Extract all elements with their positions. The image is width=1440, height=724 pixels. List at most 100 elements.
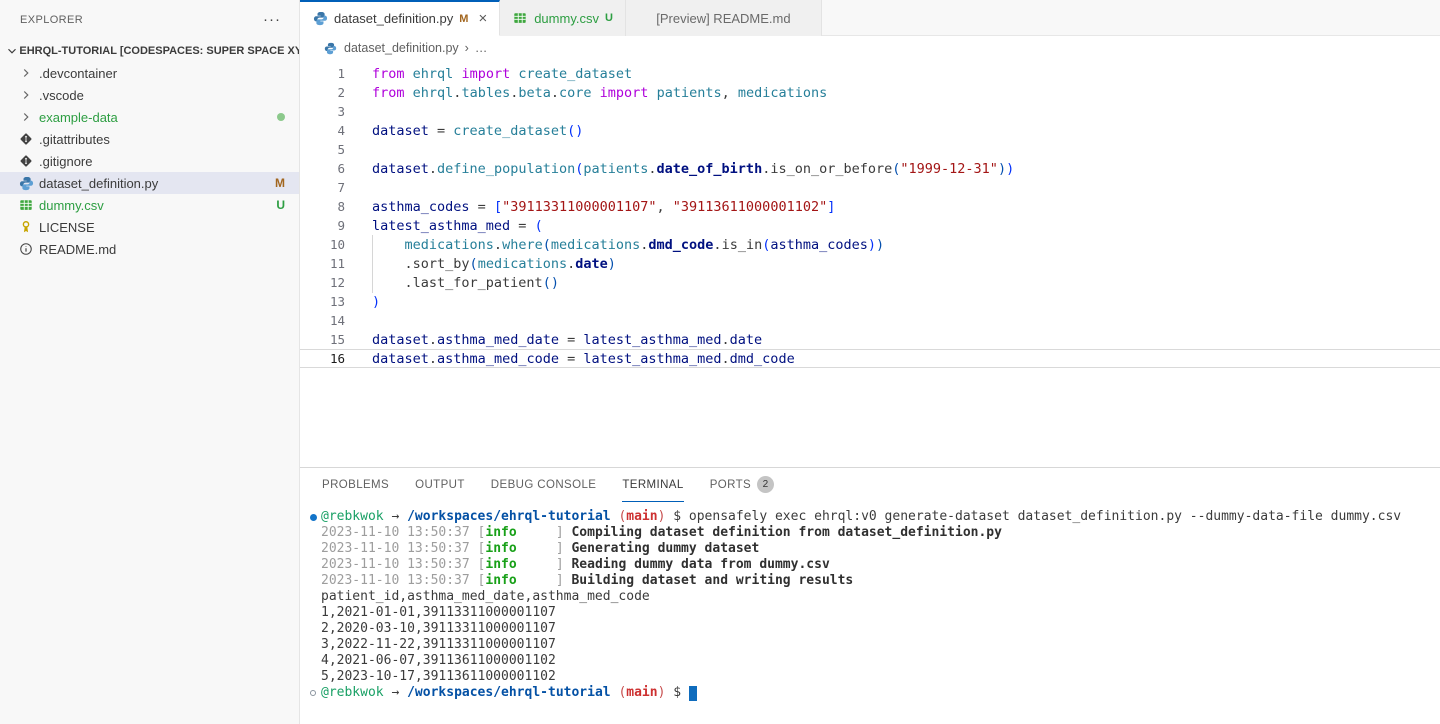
sidebar-item-devcontainer[interactable]: .devcontainer <box>0 62 299 84</box>
terminal-line: 2023-11-10 13:50:37 [info ] Building dat… <box>310 573 1440 589</box>
explorer-header: EXPLORER ··· <box>0 0 299 40</box>
folder-icon <box>18 87 34 103</box>
panel-tab-problems[interactable]: PROBLEMS <box>322 468 389 502</box>
git-status-badge <box>277 113 285 121</box>
git-icon <box>18 153 34 169</box>
bottom-panel: PROBLEMS OUTPUT DEBUG CONSOLE TERMINAL PORTS… <box>300 467 1440 724</box>
tab-label: dummy.csv <box>534 11 599 26</box>
code-line[interactable]: 1from ehrql import create_dataset <box>300 64 1440 83</box>
terminal-line: 2023-11-10 13:50:37 [info ] Compiling da… <box>310 525 1440 541</box>
code-line[interactable]: 8asthma_codes = ["39113311000001107", "3… <box>300 197 1440 216</box>
sidebar-item-gitattributes[interactable]: .gitattributes <box>0 128 299 150</box>
breadcrumb-file[interactable]: dataset_definition.py <box>344 41 459 55</box>
code-line[interactable]: 6dataset.define_population(patients.date… <box>300 159 1440 178</box>
editor-tab-bar: dataset_definition.py M × dummy.csv U [Previe… <box>300 0 1440 36</box>
command-decoration-icon[interactable] <box>310 514 321 521</box>
terminal-line: patient_id,asthma_med_date,asthma_med_co… <box>310 589 1440 605</box>
code-line-text: .last_for_patient() <box>372 275 559 291</box>
indent-guide <box>372 235 373 255</box>
breadcrumb-symbol[interactable]: … <box>475 41 488 55</box>
sidebar-item-example-data[interactable]: example-data <box>0 106 299 128</box>
git-status-badge: M <box>459 13 468 25</box>
code-line-text: medications.where(medications.dmd_code.i… <box>372 237 884 253</box>
line-number: 16 <box>300 351 345 366</box>
panel-tab-terminal[interactable]: TERMINAL <box>622 468 683 502</box>
terminal-line: 2023-11-10 13:50:37 [info ] Reading dumm… <box>310 557 1440 573</box>
code-line[interactable]: 3 <box>300 102 1440 121</box>
code-line[interactable]: 15dataset.asthma_med_date = latest_asthm… <box>300 330 1440 349</box>
code-line[interactable]: 13) <box>300 292 1440 311</box>
terminal-line: @rebkwok → /workspaces/ehrql-tutorial (m… <box>310 509 1440 525</box>
indent-guide <box>372 254 373 274</box>
code-line[interactable]: 16 dataset.asthma_med_code = latest_asthm… <box>300 349 1440 368</box>
file-name: dataset_definition.py <box>39 176 158 191</box>
more-actions-icon[interactable]: ··· <box>263 15 281 25</box>
code-line-text: dataset.asthma_med_code = latest_asthma_… <box>372 351 795 367</box>
code-line[interactable]: 14 <box>300 311 1440 330</box>
explorer-sidebar: EXPLORER ··· EHRQL-TUTORIAL [CODESPACES:… <box>0 0 300 724</box>
terminal-line: 4,2021-06-07,39113611000001102 <box>310 653 1440 669</box>
line-number: 11 <box>300 256 345 271</box>
file-name: .gitignore <box>39 154 92 169</box>
sidebar-item-dummy-csv[interactable]: dummy.csvU <box>0 194 299 216</box>
code-line-text: dataset.asthma_med_date = latest_asthma_… <box>372 332 762 348</box>
panel-tab-label: TERMINAL <box>622 479 683 491</box>
code-line[interactable]: 11 .sort_by(medications.date) <box>300 254 1440 273</box>
line-number: 2 <box>300 85 345 100</box>
code-line[interactable]: 7 <box>300 178 1440 197</box>
terminal-line: 2023-11-10 13:50:37 [info ] Generating d… <box>310 541 1440 557</box>
folder-icon <box>18 65 34 81</box>
line-number: 9 <box>300 218 345 233</box>
code-line-text: from ehrql.tables.beta.core import patie… <box>372 85 827 101</box>
tab-label: dataset_definition.py <box>334 11 453 26</box>
code-line[interactable]: 5 <box>300 140 1440 159</box>
line-number: 5 <box>300 142 345 157</box>
line-number: 10 <box>300 237 345 252</box>
panel-tab-output[interactable]: OUTPUT <box>415 468 465 502</box>
python-icon <box>322 40 338 56</box>
tab-preview-readme-md[interactable]: [Preview] README.md <box>626 0 822 36</box>
command-decoration-icon[interactable] <box>310 690 321 696</box>
workspace-section-header[interactable]: EHRQL-TUTORIAL [CODESPACES: SUPER SPACE … <box>0 40 299 62</box>
line-number: 12 <box>300 275 345 290</box>
python-icon <box>312 11 328 27</box>
sidebar-item-license[interactable]: LICENSE <box>0 216 299 238</box>
sidebar-item-dataset-definition-py[interactable]: dataset_definition.pyM <box>0 172 299 194</box>
indent-guide <box>372 273 373 293</box>
code-line[interactable]: 9 latest_asthma_med = ( <box>300 216 1440 235</box>
terminal-line: 3,2022-11-22,39113311000001107 <box>310 637 1440 653</box>
sidebar-item-gitignore[interactable]: .gitignore <box>0 150 299 172</box>
tab-dummy-csv[interactable]: dummy.csv U <box>500 0 626 36</box>
file-name: LICENSE <box>39 220 95 235</box>
close-icon[interactable]: × <box>478 10 487 27</box>
panel-tab-debug-console[interactable]: DEBUG CONSOLE <box>491 468 597 502</box>
workspace-title: EHRQL-TUTORIAL [CODESPACES: SUPER SPACE … <box>19 45 299 57</box>
breadcrumb: dataset_definition.py › … <box>300 36 1440 60</box>
terminal[interactable]: @rebkwok → /workspaces/ehrql-tutorial (m… <box>300 502 1440 724</box>
code-line[interactable]: 2 from ehrql.tables.beta.core import pati… <box>300 83 1440 102</box>
line-number: 14 <box>300 313 345 328</box>
code-line-text: dataset = create_dataset() <box>372 123 583 139</box>
tab-dataset-definition-py[interactable]: dataset_definition.py M × <box>300 0 500 36</box>
git-status-badge: U <box>605 12 613 24</box>
panel-tab-label: PROBLEMS <box>322 479 389 491</box>
editor-area: dataset_definition.py M × dummy.csv U [Previe… <box>300 0 1440 724</box>
panel-tab-ports[interactable]: PORTS2 <box>710 468 774 502</box>
code-line-text: dataset.define_population(patients.date_… <box>372 161 1014 177</box>
ports-count-badge: 2 <box>757 476 774 493</box>
code-editor[interactable]: 1from ehrql import create_dataset 2 from e… <box>300 60 1440 467</box>
panel-tab-label: OUTPUT <box>415 479 465 491</box>
code-line-text: latest_asthma_med = ( <box>372 218 543 234</box>
license-icon <box>18 219 34 235</box>
code-line[interactable]: 4dataset = create_dataset() <box>300 121 1440 140</box>
code-line[interactable]: 10 medications.where(medications.dmd_cod… <box>300 235 1440 254</box>
python-icon <box>18 175 34 191</box>
terminal-line: 1,2021-01-01,39113311000001107 <box>310 605 1440 621</box>
info-icon <box>18 241 34 257</box>
chevron-down-icon <box>4 43 19 59</box>
sidebar-item-vscode[interactable]: .vscode <box>0 84 299 106</box>
sidebar-item-readme-md[interactable]: README.md <box>0 238 299 260</box>
file-name: dummy.csv <box>39 198 104 213</box>
file-tree: .devcontainer.vscodeexample-data.gitattr… <box>0 62 299 724</box>
code-line[interactable]: 12 .last_for_patient() <box>300 273 1440 292</box>
